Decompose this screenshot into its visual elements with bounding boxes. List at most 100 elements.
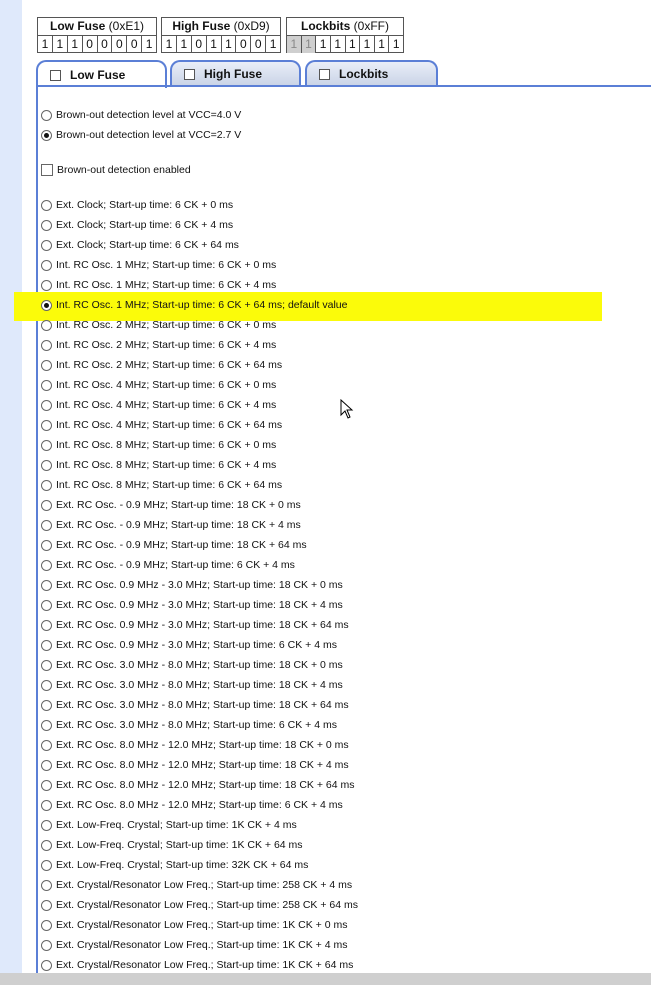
- clock-source-option[interactable]: Ext. RC Osc. - 0.9 MHz; Start-up time: 1…: [41, 537, 307, 553]
- radio-button[interactable]: [41, 859, 52, 871]
- radio-button[interactable]: [41, 579, 52, 591]
- radio-button[interactable]: [41, 399, 52, 411]
- radio-button[interactable]: [41, 419, 52, 431]
- clock-source-option[interactable]: Ext. RC Osc. 8.0 MHz - 12.0 MHz; Start-u…: [41, 777, 354, 793]
- clock-source-option[interactable]: Ext. RC Osc. 3.0 MHz - 8.0 MHz; Start-up…: [41, 717, 337, 733]
- clock-source-option[interactable]: Ext. RC Osc. - 0.9 MHz; Start-up time: 1…: [41, 517, 301, 533]
- bod-level-option[interactable]: Brown-out detection level at VCC=4.0 V: [41, 107, 241, 123]
- option-label: Int. RC Osc. 8 MHz; Start-up time: 6 CK …: [56, 459, 277, 471]
- clock-source-option[interactable]: Int. RC Osc. 8 MHz; Start-up time: 6 CK …: [41, 477, 282, 493]
- clock-source-option[interactable]: Ext. RC Osc. 8.0 MHz - 12.0 MHz; Start-u…: [41, 757, 349, 773]
- radio-button[interactable]: [41, 339, 52, 351]
- radio-button-selected[interactable]: [41, 299, 52, 311]
- left-margin-stripe: [0, 0, 22, 985]
- clock-source-option[interactable]: Ext. Crystal/Resonator Low Freq.; Start-…: [41, 957, 353, 973]
- radio-button[interactable]: [41, 219, 52, 231]
- clock-source-option[interactable]: Int. RC Osc. 4 MHz; Start-up time: 6 CK …: [41, 417, 282, 433]
- clock-source-option[interactable]: Ext. Crystal/Resonator Low Freq.; Start-…: [41, 897, 358, 913]
- bod-level-option[interactable]: Brown-out detection level at VCC=2.7 V: [41, 127, 241, 143]
- tab-low-fuse[interactable]: Low Fuse: [36, 60, 167, 88]
- clock-source-option[interactable]: Ext. RC Osc. 8.0 MHz - 12.0 MHz; Start-u…: [41, 797, 343, 813]
- clock-source-option[interactable]: Ext. RC Osc. 3.0 MHz - 8.0 MHz; Start-up…: [41, 697, 349, 713]
- clock-source-option[interactable]: Ext. RC Osc. 0.9 MHz - 3.0 MHz; Start-up…: [41, 617, 349, 633]
- radio-button[interactable]: [41, 879, 52, 891]
- radio-button[interactable]: [41, 899, 52, 911]
- fuse-bit: 0: [236, 36, 252, 53]
- radio-button[interactable]: [41, 539, 52, 551]
- radio-button[interactable]: [41, 439, 52, 451]
- radio-button[interactable]: [41, 779, 52, 791]
- fuse-summary-low-fuse: Low Fuse (0xE1) 1 1 1 0 0 0 0 1: [37, 17, 157, 53]
- radio-button[interactable]: [41, 479, 52, 491]
- tab-high-fuse[interactable]: High Fuse: [170, 60, 301, 86]
- radio-button[interactable]: [41, 719, 52, 731]
- radio-button-selected[interactable]: [41, 129, 52, 141]
- radio-button[interactable]: [41, 109, 52, 121]
- radio-button[interactable]: [41, 819, 52, 831]
- radio-button[interactable]: [41, 799, 52, 811]
- fuse-name: Lockbits: [300, 19, 351, 33]
- clock-source-option[interactable]: Ext. Clock; Start-up time: 6 CK + 4 ms: [41, 217, 233, 233]
- radio-button[interactable]: [41, 519, 52, 531]
- radio-button[interactable]: [41, 839, 52, 851]
- fuse-bit: 0: [192, 36, 207, 53]
- clock-source-option[interactable]: Int. RC Osc. 2 MHz; Start-up time: 6 CK …: [41, 357, 282, 373]
- clock-source-option[interactable]: Ext. RC Osc. 8.0 MHz - 12.0 MHz; Start-u…: [41, 737, 349, 753]
- option-label: Ext. RC Osc. 0.9 MHz - 3.0 MHz; Start-up…: [56, 619, 349, 631]
- radio-button[interactable]: [41, 239, 52, 251]
- fuse-bit: 1: [269, 37, 277, 51]
- clock-source-option[interactable]: Ext. RC Osc. - 0.9 MHz; Start-up time: 6…: [41, 557, 295, 573]
- radio-button[interactable]: [41, 659, 52, 671]
- clock-source-option[interactable]: Ext. Crystal/Resonator Low Freq.; Start-…: [41, 877, 352, 893]
- radio-button[interactable]: [41, 459, 52, 471]
- radio-button[interactable]: [41, 259, 52, 271]
- clock-source-option[interactable]: Ext. RC Osc. 3.0 MHz - 8.0 MHz; Start-up…: [41, 677, 343, 693]
- clock-source-option[interactable]: Int. RC Osc. 1 MHz; Start-up time: 6 CK …: [41, 257, 276, 273]
- option-label: Int. RC Osc. 4 MHz; Start-up time: 6 CK …: [56, 379, 277, 391]
- radio-button[interactable]: [41, 279, 52, 291]
- radio-button[interactable]: [41, 559, 52, 571]
- clock-source-option[interactable]: Ext. RC Osc. 3.0 MHz - 8.0 MHz; Start-up…: [41, 657, 343, 673]
- clock-source-option[interactable]: Int. RC Osc. 2 MHz; Start-up time: 6 CK …: [41, 317, 276, 333]
- tab-checkbox[interactable]: [184, 68, 195, 80]
- clock-source-option[interactable]: Int. RC Osc. 4 MHz; Start-up time: 6 CK …: [41, 377, 276, 393]
- clock-source-option[interactable]: Ext. RC Osc. 0.9 MHz - 3.0 MHz; Start-up…: [41, 577, 343, 593]
- clock-source-option[interactable]: Ext. Clock; Start-up time: 6 CK + 0 ms: [41, 197, 233, 213]
- clock-source-option[interactable]: Int. RC Osc. 8 MHz; Start-up time: 6 CK …: [41, 437, 276, 453]
- checkbox[interactable]: [41, 164, 53, 176]
- clock-source-option[interactable]: Ext. Low-Freq. Crystal; Start-up time: 3…: [41, 857, 308, 873]
- radio-button[interactable]: [41, 319, 52, 331]
- clock-source-option[interactable]: Ext. Crystal/Resonator Low Freq.; Start-…: [41, 937, 347, 953]
- clock-source-option[interactable]: Ext. Clock; Start-up time: 6 CK + 64 ms: [41, 237, 239, 253]
- clock-source-option[interactable]: Int. RC Osc. 2 MHz; Start-up time: 6 CK …: [41, 337, 276, 353]
- radio-button[interactable]: [41, 359, 52, 371]
- radio-button[interactable]: [41, 199, 52, 211]
- tab-checkbox[interactable]: [50, 69, 61, 81]
- clock-source-option[interactable]: Ext. RC Osc. - 0.9 MHz; Start-up time: 1…: [41, 497, 301, 513]
- clock-source-option[interactable]: Int. RC Osc. 1 MHz; Start-up time: 6 CK …: [41, 277, 276, 293]
- radio-button[interactable]: [41, 639, 52, 651]
- tab-checkbox[interactable]: [319, 68, 330, 80]
- clock-source-option[interactable]: Int. RC Osc. 1 MHz; Start-up time: 6 CK …: [41, 297, 347, 313]
- option-label: Int. RC Osc. 1 MHz; Start-up time: 6 CK …: [56, 279, 277, 291]
- radio-button[interactable]: [41, 759, 52, 771]
- radio-button[interactable]: [41, 679, 52, 691]
- radio-button[interactable]: [41, 919, 52, 931]
- radio-button[interactable]: [41, 599, 52, 611]
- clock-source-option[interactable]: Ext. RC Osc. 0.9 MHz - 3.0 MHz; Start-up…: [41, 637, 337, 653]
- clock-source-option[interactable]: Ext. Low-Freq. Crystal; Start-up time: 1…: [41, 817, 297, 833]
- radio-button[interactable]: [41, 619, 52, 631]
- radio-button[interactable]: [41, 699, 52, 711]
- radio-button[interactable]: [41, 499, 52, 511]
- radio-button[interactable]: [41, 939, 52, 951]
- radio-button[interactable]: [41, 379, 52, 391]
- radio-button[interactable]: [41, 959, 52, 971]
- bod-enable-option[interactable]: Brown-out detection enabled: [41, 162, 191, 178]
- clock-source-option[interactable]: Ext. RC Osc. 0.9 MHz - 3.0 MHz; Start-up…: [41, 597, 343, 613]
- clock-source-option[interactable]: Ext. Low-Freq. Crystal; Start-up time: 1…: [41, 837, 303, 853]
- tab-lockbits[interactable]: Lockbits: [305, 60, 438, 86]
- radio-button[interactable]: [41, 739, 52, 751]
- clock-source-option[interactable]: Int. RC Osc. 8 MHz; Start-up time: 6 CK …: [41, 457, 276, 473]
- clock-source-option[interactable]: Ext. Crystal/Resonator Low Freq.; Start-…: [41, 917, 347, 933]
- clock-source-option[interactable]: Int. RC Osc. 4 MHz; Start-up time: 6 CK …: [41, 397, 276, 413]
